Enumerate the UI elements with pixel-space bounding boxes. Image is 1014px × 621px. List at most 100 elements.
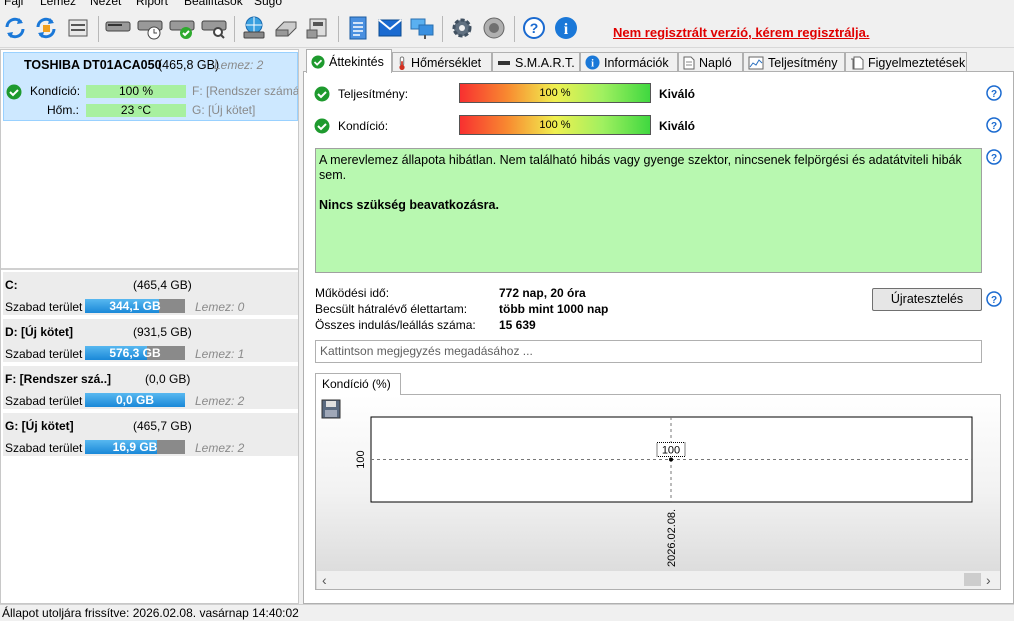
volume-row-d[interactable]: D: [Új kötet] (931,5 GB) Szabad terület … bbox=[3, 319, 298, 363]
scroll-thumb[interactable] bbox=[964, 573, 981, 586]
volume-disk: Lemez: 2 bbox=[195, 394, 245, 408]
help-icon[interactable]: ? bbox=[986, 291, 1002, 307]
notepad-icon[interactable] bbox=[344, 14, 372, 42]
free-space-bar: 0,0 GB bbox=[85, 393, 185, 407]
temperature-bar: 23 °C bbox=[86, 104, 186, 117]
tab-temperature[interactable]: Hőmérséklet bbox=[392, 52, 492, 72]
condition-label: Kondíció: bbox=[338, 119, 389, 133]
free-space-label: Szabad terület bbox=[5, 394, 83, 408]
tab-information[interactable]: i Információk bbox=[580, 52, 678, 72]
free-space-label: Szabad terület bbox=[5, 300, 83, 314]
svg-text:?: ? bbox=[991, 89, 997, 100]
tab-overview[interactable]: Áttekintés bbox=[306, 49, 392, 73]
note-input[interactable]: Kattintson megjegyzés megadásához ... bbox=[315, 340, 982, 363]
info-icon: i bbox=[585, 55, 600, 70]
status-description: A merevlemez állapota hibátlan. Nem talá… bbox=[315, 148, 982, 273]
y-tick-label: 100 bbox=[355, 450, 367, 468]
condition-chart-panel: 100 100 2026.02.08. ‹ › bbox=[315, 394, 1001, 590]
start-stop-value: 15 639 bbox=[499, 318, 536, 332]
volume-name: F: [Rendszer szá..] bbox=[5, 372, 112, 386]
uptime-value: 772 nap, 20 óra bbox=[499, 286, 586, 300]
chart-tab-condition[interactable]: Kondíció (%) bbox=[315, 373, 401, 395]
free-space-bar: 16,9 GB bbox=[85, 440, 185, 454]
help-icon[interactable]: ? bbox=[520, 14, 548, 42]
disk-list-icon[interactable] bbox=[64, 14, 92, 42]
data-label: 100 bbox=[662, 445, 680, 457]
menu-help[interactable]: Súgó bbox=[254, 0, 282, 8]
info-icon[interactable]: i bbox=[552, 14, 580, 42]
svg-text:i: i bbox=[564, 21, 569, 38]
menu-view[interactable]: Nézet bbox=[90, 0, 121, 8]
data-point bbox=[669, 457, 673, 462]
volume-row-g[interactable]: G: [Új kötet] (465,7 GB) Szabad terület … bbox=[3, 413, 298, 457]
temperature-label: Hőm.: bbox=[47, 103, 80, 117]
register-link[interactable]: Nem regisztrált verzió, kérem regisztrál… bbox=[613, 25, 870, 40]
speaker-icon[interactable] bbox=[480, 14, 508, 42]
disk-list-panel: TOSHIBA DT01ACA050 (465,8 GB) Lemez: 2 K… bbox=[0, 49, 299, 604]
drives-icon[interactable] bbox=[272, 14, 300, 42]
refresh-icon[interactable] bbox=[1, 14, 29, 42]
svg-text:?: ? bbox=[991, 121, 997, 132]
volume-f-label: F: [Rendszer számára bbox=[192, 84, 298, 98]
retest-button[interactable]: Újratesztelés bbox=[872, 288, 982, 311]
gear-icon[interactable] bbox=[448, 14, 476, 42]
chart-icon bbox=[748, 56, 764, 70]
status-bar: Állapot utoljára frissítve: 2026.02.08. … bbox=[0, 604, 1014, 621]
volume-row-f[interactable]: F: [Rendszer szá..] (0,0 GB) Szabad terü… bbox=[3, 366, 298, 410]
performance-rating: Kiváló bbox=[659, 87, 696, 101]
menu-file[interactable]: Fájl bbox=[4, 0, 23, 8]
status-action: Nincs szükség beavatkozásra. bbox=[319, 198, 499, 212]
volume-disk: Lemez: 0 bbox=[195, 300, 245, 314]
help-icon[interactable]: ? bbox=[986, 149, 1002, 165]
disk-card[interactable]: TOSHIBA DT01ACA050 (465,8 GB) Lemez: 2 K… bbox=[3, 52, 298, 121]
start-stop-label: Összes indulás/leállás száma: bbox=[315, 318, 476, 332]
volume-g-label: G: [Új kötet] bbox=[192, 103, 256, 117]
condition-chart: 100 100 2026.02.08. bbox=[355, 416, 973, 567]
menu-report[interactable]: Riport bbox=[136, 0, 168, 8]
disk-icon[interactable] bbox=[104, 14, 132, 42]
network-icon[interactable] bbox=[408, 14, 436, 42]
x-tick-label: 2026.02.08. bbox=[666, 509, 678, 567]
horizontal-scrollbar[interactable]: ‹ › bbox=[317, 571, 1000, 589]
scroll-left-icon[interactable]: ‹ bbox=[322, 572, 327, 588]
status-ok-icon bbox=[314, 118, 330, 137]
uptime-label: Működési idő: bbox=[315, 286, 390, 300]
volume-name: D: [Új kötet] bbox=[5, 325, 73, 339]
tab-log[interactable]: Napló bbox=[678, 52, 743, 72]
tab-smart[interactable]: S.M.A.R.T. bbox=[492, 52, 580, 72]
tab-performance[interactable]: Teljesítmény bbox=[743, 52, 845, 72]
volume-size: (931,5 GB) bbox=[133, 325, 192, 339]
volume-row-c[interactable]: C: (465,4 GB) Szabad terület 344,1 GB Le… bbox=[3, 272, 298, 316]
drive-info-icon[interactable] bbox=[304, 14, 332, 42]
disk-clock-icon[interactable] bbox=[136, 14, 164, 42]
condition-rating: Kiváló bbox=[659, 119, 696, 133]
menu-disk[interactable]: Lemez bbox=[40, 0, 76, 8]
thermometer-icon bbox=[397, 55, 407, 70]
svg-text:i: i bbox=[591, 59, 594, 70]
network-disk-icon[interactable] bbox=[240, 14, 268, 42]
volume-disk: Lemez: 1 bbox=[195, 347, 245, 361]
condition-bar: 100 % bbox=[86, 85, 186, 98]
volume-size: (465,4 GB) bbox=[133, 278, 192, 292]
document-icon bbox=[683, 56, 695, 70]
refresh-all-icon[interactable] bbox=[32, 14, 60, 42]
volume-disk: Lemez: 2 bbox=[195, 441, 245, 455]
free-space-label: Szabad terület bbox=[5, 441, 83, 455]
mail-icon[interactable] bbox=[376, 14, 404, 42]
help-icon[interactable]: ? bbox=[986, 85, 1002, 101]
menu-settings[interactable]: Beállítások bbox=[184, 0, 243, 8]
lifetime-value: több mint 1000 nap bbox=[499, 302, 609, 316]
disk-check-icon[interactable] bbox=[168, 14, 196, 42]
help-icon[interactable]: ? bbox=[986, 117, 1002, 133]
disk-search-icon[interactable] bbox=[200, 14, 228, 42]
tab-warnings[interactable]: Figyelmeztetések bbox=[845, 52, 967, 72]
svg-text:?: ? bbox=[991, 153, 997, 164]
free-space-bar: 344,1 GB bbox=[85, 299, 185, 313]
volume-name: G: [Új kötet] bbox=[5, 419, 74, 433]
free-space-bar: 576,3 GB bbox=[85, 346, 185, 360]
condition-label: Kondíció: bbox=[30, 84, 81, 98]
scroll-right-icon[interactable]: › bbox=[986, 572, 991, 588]
toolbar: ? i Nem regisztrált verzió, kérem regisz… bbox=[0, 8, 1014, 48]
overview-panel: Teljesítmény: 100 % Kiváló ? Kondíció: 1… bbox=[303, 71, 1014, 604]
status-ok-icon bbox=[6, 84, 22, 103]
